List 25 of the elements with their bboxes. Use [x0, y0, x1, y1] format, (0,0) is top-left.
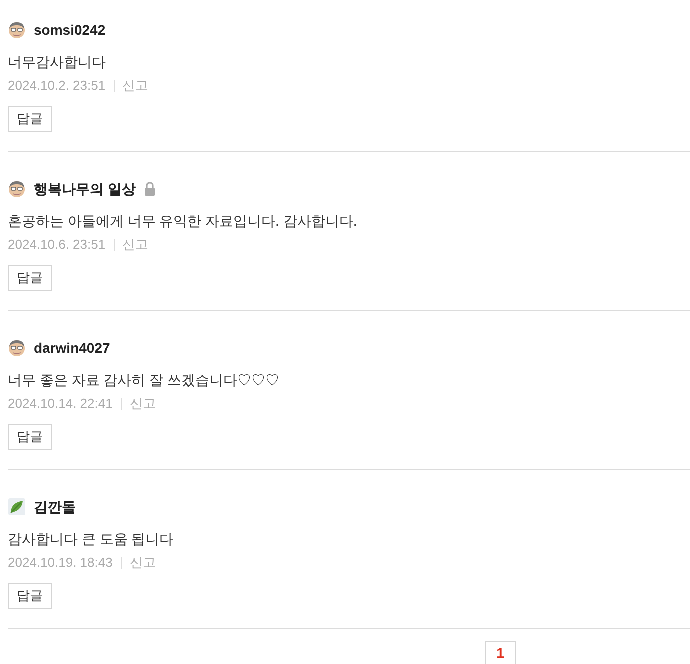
avatar-icon — [8, 21, 26, 39]
author-name: 김깐돌 — [34, 498, 76, 516]
reply-button[interactable]: 답글 — [8, 265, 52, 291]
comment-date: 2024.10.14. 22:41 — [8, 395, 113, 414]
author-name: 행복나무의 일상 — [34, 180, 136, 198]
page-button[interactable]: 1 — [485, 641, 516, 664]
comment-text: 너무 좋은 자료 감사히 잘 쓰겠습니다♡♡♡ — [8, 371, 280, 390]
report-link[interactable]: 신고 — [122, 76, 149, 96]
author-name: somsi0242 — [34, 20, 106, 40]
report-link[interactable]: 신고 — [122, 235, 149, 255]
reply-button[interactable]: 답글 — [8, 106, 52, 132]
comment-text: 감사합니다 큰 도움 됩니다 — [8, 530, 175, 549]
avatar-icon — [8, 339, 26, 357]
reply-button[interactable]: 답글 — [8, 424, 52, 450]
avatar-icon — [8, 180, 26, 198]
reply-button[interactable]: 답글 — [8, 583, 52, 609]
report-link[interactable]: 신고 — [130, 553, 156, 573]
comment-date: 2024.10.19. 18:43 — [8, 554, 113, 572]
report-link[interactable]: 신고 — [130, 394, 156, 414]
leaf-icon — [8, 498, 26, 516]
author-name: darwin4027 — [34, 338, 110, 358]
comment-text: 혼공하는 아들에게 너무 유익한 자료입니다. 감사합니다. — [8, 212, 358, 231]
comment-date: 2024.10.2. 23:51 — [8, 77, 106, 96]
comment-date: 2024.10.6. 23:51 — [8, 236, 106, 254]
comment-text: 너무감사합니다 — [8, 53, 107, 72]
